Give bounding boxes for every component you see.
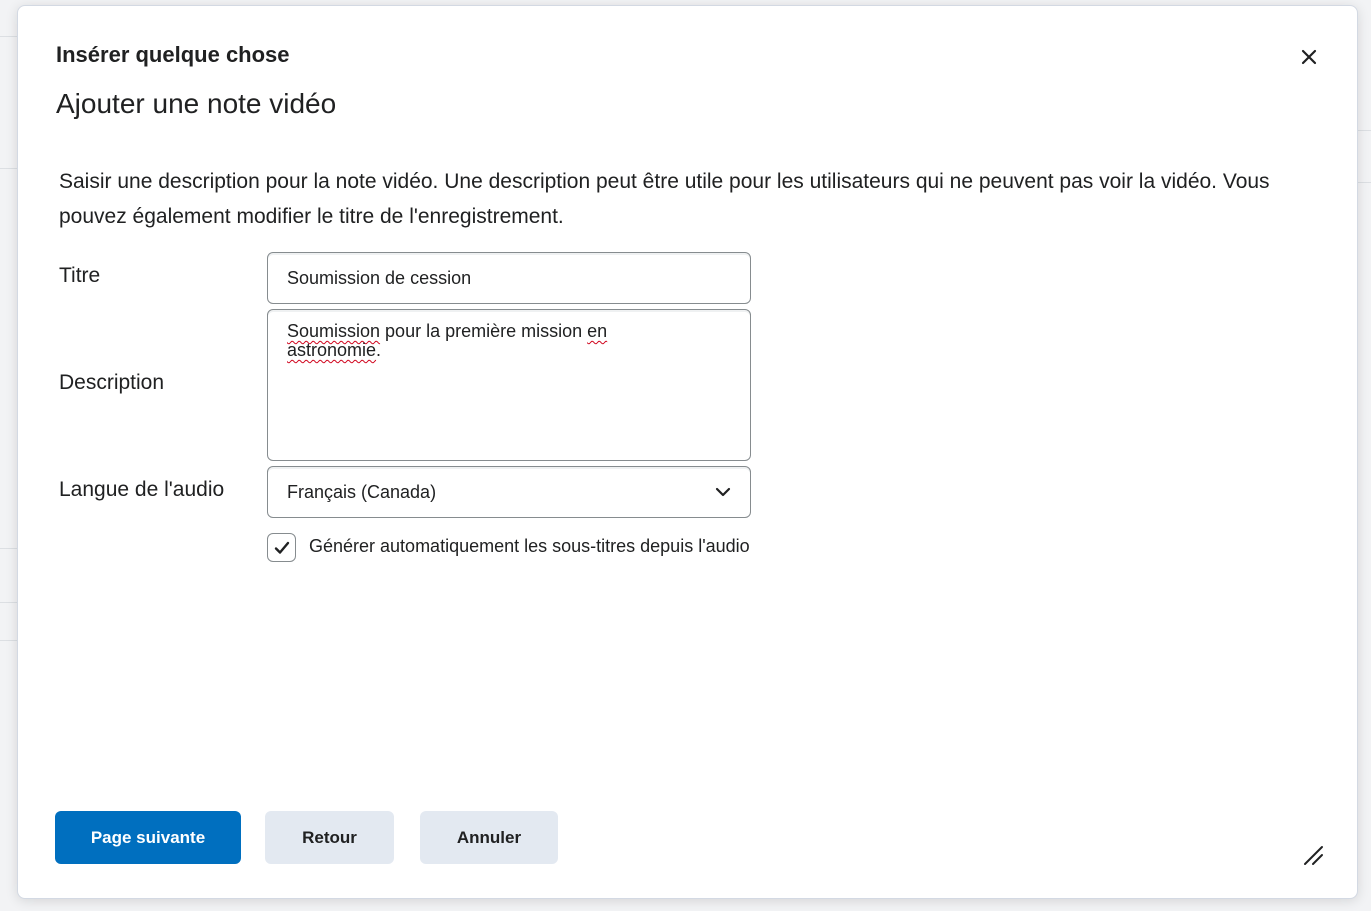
background-divider [0,640,17,641]
back-button[interactable]: Retour [265,811,394,864]
close-icon [1301,49,1317,65]
dialog-subtitle: Ajouter une note vidéo [56,88,337,119]
misspelled-word: Soumission [287,321,381,341]
audio-language-select[interactable]: Français (Canada) [267,466,751,518]
resize-handle-icon[interactable] [1302,844,1324,866]
audio-language-value: Français (Canada) [287,481,437,502]
background-divider [1358,182,1371,183]
background-divider [0,36,17,37]
intro-text: Saisir une description pour la note vidé… [59,170,1270,228]
insert-stuff-dialog: Insérer quelque chose Ajouter une note v… [17,5,1358,899]
title-input[interactable] [267,252,751,304]
audio-language-label: Langue de l'audio [59,478,225,501]
description-textarea[interactable]: Soumission pour la première mission en a… [267,309,751,461]
cancel-button[interactable]: Annuler [420,811,558,864]
title-label: Titre [59,264,101,287]
description-text: pour la première mission [380,321,588,341]
background-divider [0,602,17,603]
chevron-down-icon [715,487,731,497]
auto-captions-checkbox[interactable] [267,533,296,562]
background-divider [1358,130,1371,131]
dialog-title: Insérer quelque chose [56,42,290,67]
checkmark-icon [274,541,289,554]
misspelled-word: astronomie [287,340,377,360]
description-text: . [376,340,382,360]
background-divider [0,168,17,169]
description-label: Description [59,371,165,394]
next-page-button[interactable]: Page suivante [55,811,241,864]
misspelled-word: en [587,321,608,341]
close-button[interactable] [1294,42,1324,72]
background-divider [0,548,17,549]
auto-captions-label: Générer automatiquement les sous-titres … [309,536,750,556]
